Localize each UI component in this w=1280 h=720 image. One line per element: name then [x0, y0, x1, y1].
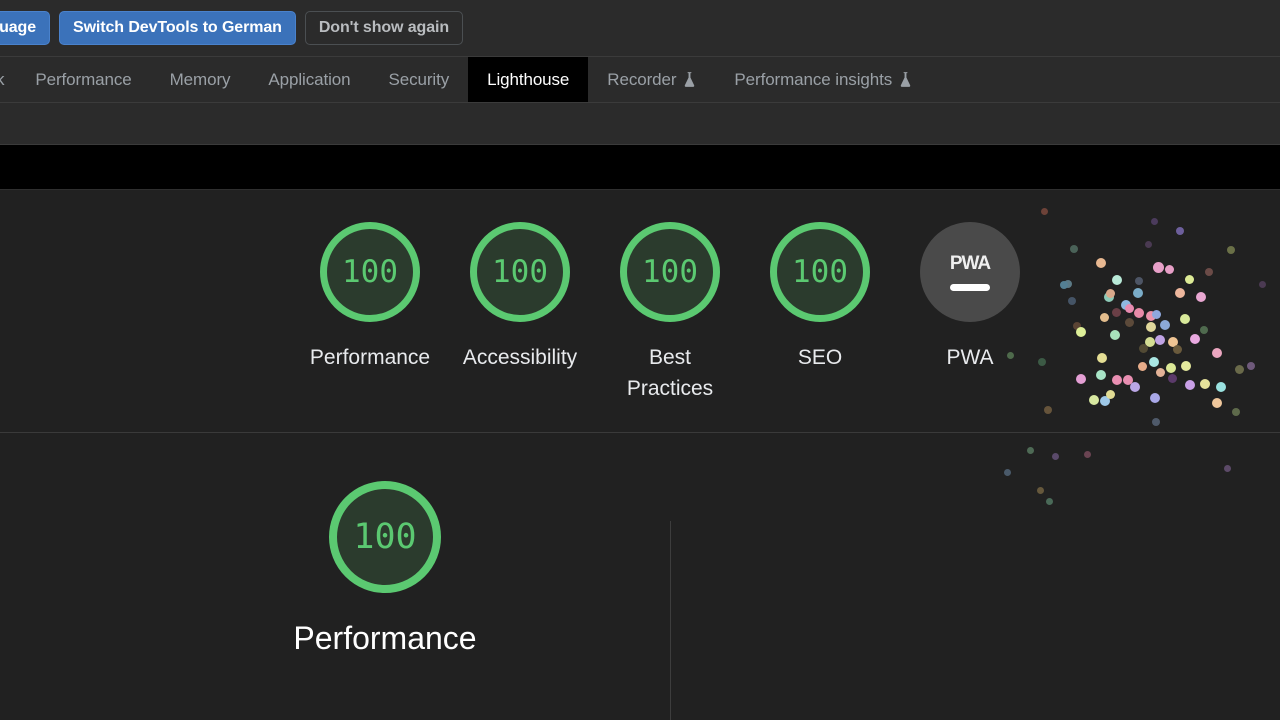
- lighthouse-report-window: rome's languageSwitch DevTools to German…: [0, 0, 1280, 720]
- experiment-flask-icon: [685, 72, 695, 87]
- gauge-category-label: Best Practices: [626, 346, 714, 400]
- tab-label: Performance: [35, 69, 132, 89]
- gauge-accessibility[interactable]: 100 Accessibility: [440, 222, 600, 373]
- vertical-divider: [670, 521, 671, 720]
- tab-recorder[interactable]: Recorder: [588, 57, 715, 102]
- tab-performance[interactable]: Performance: [16, 57, 150, 102]
- gauge-score-value: 100: [792, 254, 848, 290]
- tab-k[interactable]: k: [0, 57, 16, 102]
- gauge-score-value: 100: [492, 254, 548, 290]
- gauge-seo[interactable]: 100 SEO: [740, 222, 900, 373]
- score-gauges-row: 100 Performance 100 Accessibility 100 Best Pr…: [0, 190, 1280, 432]
- devtools-tab-strip[interactable]: k Performance Memory Application Security Lig…: [0, 57, 1280, 103]
- gauge-category-label: Performance: [309, 346, 431, 369]
- gauge-category-label: PWA: [946, 346, 994, 369]
- pwa-dash-icon: [950, 284, 990, 291]
- gauge-score-value: 100: [342, 254, 398, 290]
- gauge-pwa[interactable]: PWA PWA: [890, 222, 1050, 373]
- tab-performance-insights[interactable]: Performance insights: [715, 57, 931, 102]
- tab-label: Application: [268, 69, 351, 89]
- performance-section-title: Performance: [293, 620, 477, 656]
- gauge-score-value: 100: [642, 254, 698, 290]
- infobar-button-0[interactable]: rome's language: [0, 11, 51, 45]
- tab-lighthouse[interactable]: Lighthouse: [468, 57, 589, 102]
- pwa-badge-label: PWA: [949, 253, 991, 274]
- devtools-language-infobar: rome's languageSwitch DevTools to German…: [0, 0, 1280, 57]
- gauge-ring: 100: [620, 222, 720, 322]
- gauge-category-label: SEO: [797, 346, 843, 369]
- tab-security[interactable]: Security: [370, 57, 469, 102]
- report-header-band: [0, 145, 1280, 190]
- performance-gauge-large: 100: [329, 481, 441, 593]
- gauge-ring: 100: [770, 222, 870, 322]
- tab-label: Security: [388, 69, 450, 89]
- infobar-button-1[interactable]: Switch DevTools to German: [59, 11, 296, 45]
- tab-label: Memory: [169, 69, 231, 89]
- tab-memory[interactable]: Memory: [151, 57, 250, 102]
- performance-score-value: 100: [353, 517, 417, 557]
- tab-label: Recorder: [607, 69, 677, 89]
- experiment-flask-icon: [900, 72, 911, 87]
- lighthouse-report-body: 100 Performance 100 Accessibility 100 Best Pr…: [0, 190, 1280, 720]
- gauge-performance[interactable]: 100 Performance: [290, 222, 450, 373]
- lighthouse-toolbar[interactable]: [0, 103, 1280, 145]
- gauge-ring: 100: [470, 222, 570, 322]
- gauge-ring: 100: [320, 222, 420, 322]
- pwa-badge: PWA: [920, 222, 1020, 322]
- gauge-best-practices[interactable]: 100 Best Practices: [590, 222, 750, 404]
- tab-application[interactable]: Application: [249, 57, 369, 102]
- tab-label: Lighthouse: [487, 69, 570, 89]
- gauge-category-label: Accessibility: [462, 346, 578, 369]
- performance-detail-section: 100 Performance WERKZEUG EXPRE: [0, 433, 1280, 720]
- tab-label: k: [0, 70, 5, 90]
- performance-score-block[interactable]: 100 Performance: [285, 481, 485, 657]
- tab-label: Performance insights: [734, 69, 893, 89]
- infobar-button-2[interactable]: Don't show again: [304, 11, 464, 45]
